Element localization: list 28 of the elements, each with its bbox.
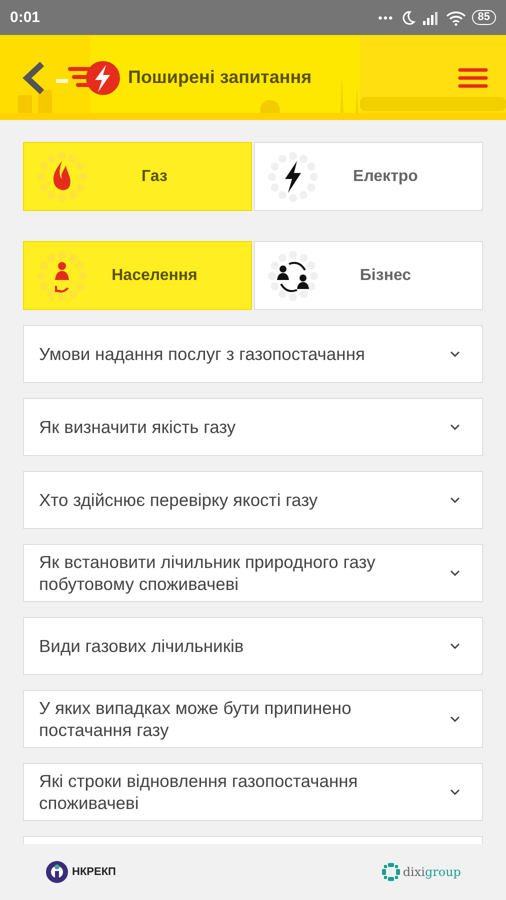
people-exchange-icon — [267, 250, 319, 302]
category-tab[interactable]: Бізнес — [254, 241, 483, 310]
regulator-logo-text: НКРЕКП — [72, 866, 116, 878]
back-button[interactable] — [22, 60, 46, 94]
lightning-icon — [267, 150, 319, 202]
person-icon — [36, 250, 88, 302]
category-tab[interactable]: Газ — [23, 142, 252, 211]
clock: 0:01 — [10, 9, 40, 26]
faq-item[interactable]: Як визначити якість газу — [23, 398, 483, 456]
faq-item[interactable]: Які строки відновлення газопостачання споживачеві — [23, 763, 483, 821]
page-title: Поширені запитання — [128, 67, 313, 88]
category-tab[interactable]: Електро — [254, 142, 483, 211]
faq-item[interactable]: У яких випадках може бути припинено постачання газу — [23, 690, 483, 748]
wifi-icon — [446, 10, 466, 26]
faq-item[interactable]: Як встановити лічильник природного газу побутовому споживачеві — [23, 544, 483, 602]
faq-item[interactable]: Умови надання послуг з газопостачання — [23, 325, 483, 383]
faq-item[interactable]: Хто здійснює перевірку якості газу — [23, 471, 483, 529]
battery-level: 85 — [472, 10, 496, 25]
flame-icon — [36, 150, 88, 202]
category-tab[interactable]: Населення — [23, 241, 252, 310]
moon-icon — [400, 10, 416, 26]
more-notifications: ••• — [378, 10, 394, 24]
dixigroup-logo-text: dixigroup — [402, 865, 461, 879]
emblem-icon — [45, 860, 69, 884]
signal-icon — [422, 10, 440, 24]
dixigroup-logo-icon — [382, 863, 400, 881]
menu-button[interactable] — [458, 66, 488, 90]
faq-item[interactable]: Види газових лічильників — [23, 617, 483, 675]
